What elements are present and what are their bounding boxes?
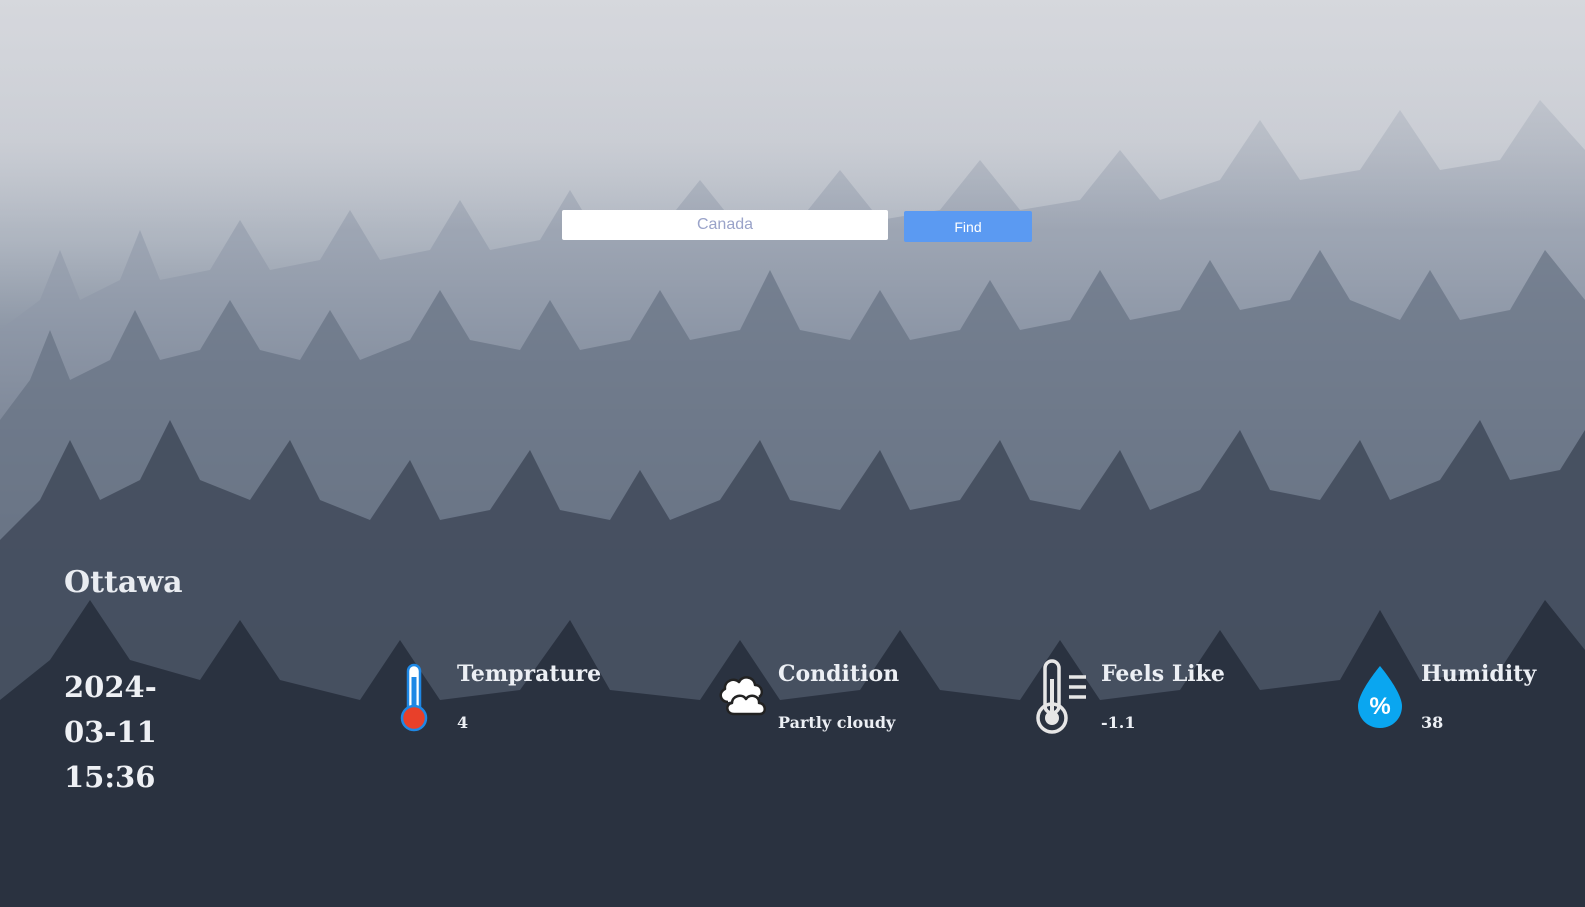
humidity-drop-icon: % (1358, 666, 1402, 728)
condition-stat: Condition Partly cloudy (716, 655, 956, 735)
humidity-stat: % Humidity 38 (1355, 655, 1555, 735)
date-line-1: 2024- (64, 670, 157, 704)
date-time: 2024- 03-11 15:36 (64, 665, 174, 800)
cloud-icon (719, 676, 766, 716)
temperature-value: 4 (457, 713, 469, 732)
city-name: Ottawa (64, 565, 183, 600)
search-input[interactable] (562, 210, 888, 240)
humidity-label: Humidity (1421, 661, 1537, 687)
forest-silhouette (0, 0, 1585, 907)
feels-like-value: -1.1 (1101, 713, 1136, 732)
humidity-value: 38 (1421, 713, 1444, 732)
date-line-2: 03-11 (64, 715, 157, 749)
feels-like-stat: Feels Like -1.1 (1036, 655, 1276, 735)
thermometer-icon (400, 663, 428, 732)
condition-label: Condition (778, 661, 900, 687)
condition-value: Partly cloudy (778, 713, 896, 732)
temperature-stat: Temprature 4 (396, 655, 636, 735)
foggy-forest-background (0, 0, 1585, 907)
find-button[interactable]: Find (904, 211, 1032, 242)
feels-like-label: Feels Like (1101, 661, 1225, 687)
temperature-label: Temprature (457, 661, 602, 687)
svg-text:%: % (1369, 693, 1390, 720)
time: 15:36 (64, 760, 156, 794)
thermometer-gauge-icon (1036, 659, 1086, 734)
